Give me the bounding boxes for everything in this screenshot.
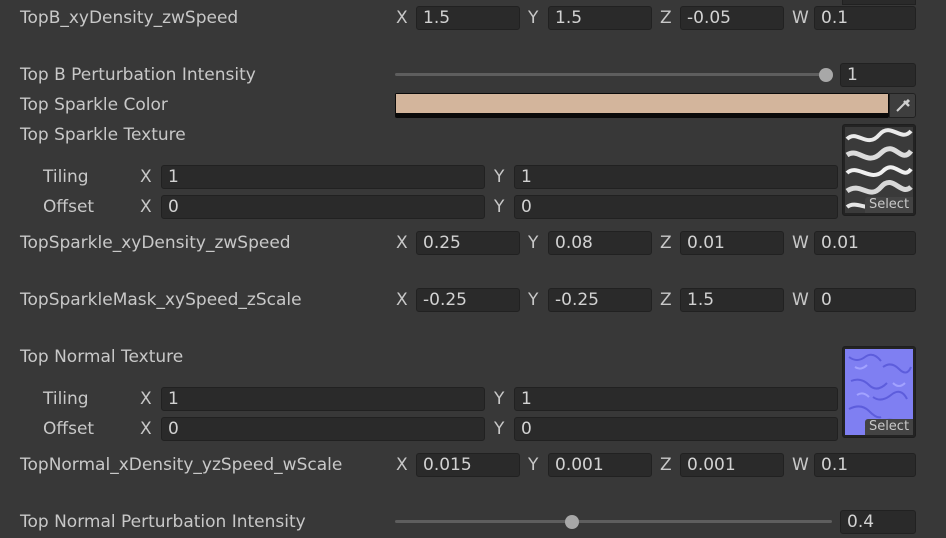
- axis-x-label: X: [140, 419, 152, 439]
- topb-perturb-slider[interactable]: [395, 73, 832, 76]
- top-sparkle-y-field[interactable]: 0.08: [548, 231, 652, 255]
- top-sparkle-color-label: Top Sparkle Color: [20, 95, 168, 115]
- axis-z-label: Z: [660, 8, 672, 28]
- topb-w-field[interactable]: 0.1: [814, 6, 916, 30]
- top-normal-xy-label: TopNormal_xDensity_yzSpeed_wScale: [20, 455, 343, 475]
- axis-w-label: W: [792, 455, 809, 475]
- axis-z-label: Z: [660, 233, 672, 253]
- sparkle-offset-y-field[interactable]: 0: [514, 195, 838, 219]
- topb-perturb-label: Top B Perturbation Intensity: [20, 65, 256, 85]
- axis-y-label: Y: [494, 389, 505, 409]
- top-sparkle-w-field[interactable]: 0.01: [814, 231, 916, 255]
- normal-offset-y-field[interactable]: 0: [514, 417, 838, 441]
- sparkle-tiling-label: Tiling: [43, 167, 89, 187]
- normal-tiling-label: Tiling: [43, 389, 89, 409]
- top-normal-perturb-slider-thumb[interactable]: [565, 515, 579, 529]
- axis-y-label: Y: [494, 419, 505, 439]
- axis-x-label: X: [140, 389, 152, 409]
- sparkle-offset-label: Offset: [43, 197, 95, 217]
- sparkle-texture-slot[interactable]: Select: [842, 124, 916, 216]
- axis-y-label: Y: [528, 233, 539, 253]
- top-normal-y-field[interactable]: 0.001: [548, 453, 652, 477]
- sparkle-mask-y-field[interactable]: -0.25: [548, 288, 652, 312]
- normal-tiling-x-field[interactable]: 1: [161, 387, 485, 411]
- axis-w-label: W: [792, 8, 809, 28]
- axis-x-label: X: [396, 290, 408, 310]
- sparkle-texture-select-button[interactable]: Select: [865, 197, 913, 213]
- topb-xy-label: TopB_xyDensity_zwSpeed: [20, 8, 239, 28]
- sparkle-mask-x-field[interactable]: -0.25: [416, 288, 520, 312]
- axis-z-label: Z: [660, 455, 672, 475]
- axis-x-label: X: [396, 455, 408, 475]
- topb-z-field[interactable]: -0.05: [680, 6, 784, 30]
- normal-texture-select-button[interactable]: Select: [865, 419, 913, 435]
- axis-z-label: Z: [660, 290, 672, 310]
- axis-x-label: X: [140, 167, 152, 187]
- top-normal-perturb-slider[interactable]: [395, 520, 832, 523]
- top-sparkle-texture-label: Top Sparkle Texture: [20, 125, 186, 145]
- sparkle-offset-x-field[interactable]: 0: [161, 195, 485, 219]
- topb-y-field[interactable]: 1.5: [548, 6, 652, 30]
- normal-offset-x-field[interactable]: 0: [161, 417, 485, 441]
- axis-x-label: X: [396, 8, 408, 28]
- normal-tiling-y-field[interactable]: 1: [514, 387, 838, 411]
- sparkle-tiling-x-field[interactable]: 1: [161, 165, 485, 189]
- axis-y-label: Y: [494, 197, 505, 217]
- top-normal-x-field[interactable]: 0.015: [416, 453, 520, 477]
- sparkle-mask-w-field[interactable]: 0: [814, 288, 916, 312]
- top-sparkle-z-field[interactable]: 0.01: [680, 231, 784, 255]
- axis-y-label: Y: [528, 455, 539, 475]
- eyedropper-icon: [896, 98, 911, 112]
- color-swatch-fill: [396, 94, 888, 113]
- sparkle-mask-z-field[interactable]: 1.5: [680, 288, 784, 312]
- axis-y-label: Y: [528, 290, 539, 310]
- top-sparkle-mask-label: TopSparkleMask_xySpeed_zScale: [20, 290, 302, 310]
- topb-perturb-slider-thumb[interactable]: [819, 68, 833, 82]
- topb-x-field[interactable]: 1.5: [416, 6, 520, 30]
- top-sparkle-xy-label: TopSparkle_xyDensity_zwSpeed: [20, 233, 291, 253]
- top-normal-w-field[interactable]: 0.1: [814, 453, 916, 477]
- axis-x-label: X: [396, 233, 408, 253]
- top-sparkle-x-field[interactable]: 0.25: [416, 231, 520, 255]
- top-normal-z-field[interactable]: 0.001: [680, 453, 784, 477]
- normal-texture-slot[interactable]: Select: [842, 346, 916, 438]
- topb-perturb-value[interactable]: 1: [840, 63, 916, 87]
- top-normal-perturb-value[interactable]: 0.4: [840, 510, 916, 534]
- partial-field-top: [842, 0, 916, 5]
- top-sparkle-color-swatch[interactable]: [395, 93, 889, 118]
- top-normal-texture-label: Top Normal Texture: [20, 347, 184, 367]
- normal-offset-label: Offset: [43, 419, 95, 439]
- axis-y-label: Y: [528, 8, 539, 28]
- axis-w-label: W: [792, 290, 809, 310]
- axis-y-label: Y: [494, 167, 505, 187]
- sparkle-tiling-y-field[interactable]: 1: [514, 165, 838, 189]
- axis-x-label: X: [140, 197, 152, 217]
- axis-w-label: W: [792, 233, 809, 253]
- top-normal-perturb-label: Top Normal Perturbation Intensity: [20, 512, 306, 532]
- eyedropper-button[interactable]: [889, 93, 916, 118]
